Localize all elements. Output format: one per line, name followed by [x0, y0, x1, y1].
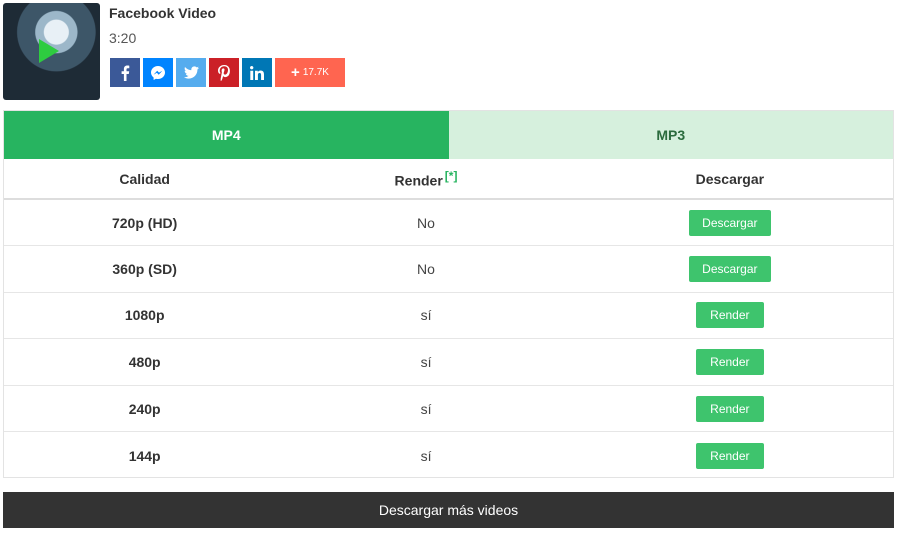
- download-more-videos-button[interactable]: Descargar más videos: [3, 492, 894, 528]
- download-button[interactable]: Descargar: [688, 255, 771, 282]
- quality-cell: 144p: [4, 431, 286, 479]
- table-row: 1080p sí Render: [4, 291, 893, 339]
- share-count: 17.7K: [302, 67, 329, 78]
- share-more-button[interactable]: + 17.7K: [275, 58, 345, 87]
- quality-cell: 240p: [4, 384, 286, 432]
- action-cell: Descargar: [566, 198, 893, 246]
- share-bar: + 17.7K: [110, 58, 345, 87]
- render-cell: sí: [285, 384, 567, 432]
- render-cell: No: [285, 245, 567, 293]
- quality-cell: 1080p: [4, 291, 286, 339]
- action-cell: Render: [566, 431, 893, 479]
- quality-cell: 720p (HD): [4, 198, 286, 246]
- table-row: 480p sí Render: [4, 338, 893, 386]
- tab-mp3[interactable]: MP3: [448, 111, 893, 159]
- column-header-download: Descargar: [566, 159, 893, 200]
- action-cell: Render: [566, 338, 893, 386]
- table-row: 360p (SD) No Descargar: [4, 245, 893, 293]
- render-button[interactable]: Render: [695, 442, 764, 469]
- pinterest-icon[interactable]: [209, 58, 239, 87]
- facebook-icon[interactable]: [110, 58, 140, 87]
- render-button[interactable]: Render: [695, 302, 764, 329]
- video-thumbnail[interactable]: [3, 3, 100, 100]
- action-cell: Render: [566, 384, 893, 432]
- plus-icon: +: [291, 64, 300, 81]
- video-title: Facebook Video: [109, 5, 217, 21]
- play-icon[interactable]: [39, 39, 59, 63]
- column-header-render: Render [*]: [285, 159, 567, 200]
- tab-mp4[interactable]: MP4: [4, 111, 449, 159]
- table-row: 240p sí Render: [4, 384, 893, 432]
- download-card: MP4 MP3 Calidad Render [*] Descargar 720p…: [3, 110, 894, 479]
- table-row: 720p (HD) No Descargar: [4, 198, 893, 246]
- video-header: Facebook Video 3:20 + 17.7K: [3, 3, 403, 101]
- linkedin-icon[interactable]: [242, 58, 272, 87]
- twitter-icon[interactable]: [176, 58, 206, 87]
- quality-table: Calidad Render [*] Descargar 720p (HD) No…: [4, 159, 893, 479]
- render-cell: sí: [285, 431, 567, 479]
- action-cell: Render: [566, 291, 893, 339]
- quality-cell: 360p (SD): [4, 245, 286, 293]
- video-duration: 3:20: [109, 30, 137, 46]
- download-button[interactable]: Descargar: [688, 209, 771, 236]
- table-row: 144p sí Render: [4, 431, 893, 479]
- action-cell: Descargar: [566, 245, 893, 293]
- column-header-quality: Calidad: [4, 159, 286, 200]
- messenger-icon[interactable]: [143, 58, 173, 87]
- render-button[interactable]: Render: [695, 349, 764, 376]
- render-note-link[interactable]: [*]: [445, 169, 458, 183]
- table-header-row: Calidad Render [*] Descargar: [4, 159, 893, 200]
- format-tabs: MP4 MP3: [4, 111, 893, 159]
- render-cell: No: [285, 198, 567, 246]
- render-cell: sí: [285, 291, 567, 339]
- column-header-render-label: Render: [394, 172, 443, 189]
- render-cell: sí: [285, 338, 567, 386]
- quality-cell: 480p: [4, 338, 286, 386]
- render-button[interactable]: Render: [695, 395, 764, 422]
